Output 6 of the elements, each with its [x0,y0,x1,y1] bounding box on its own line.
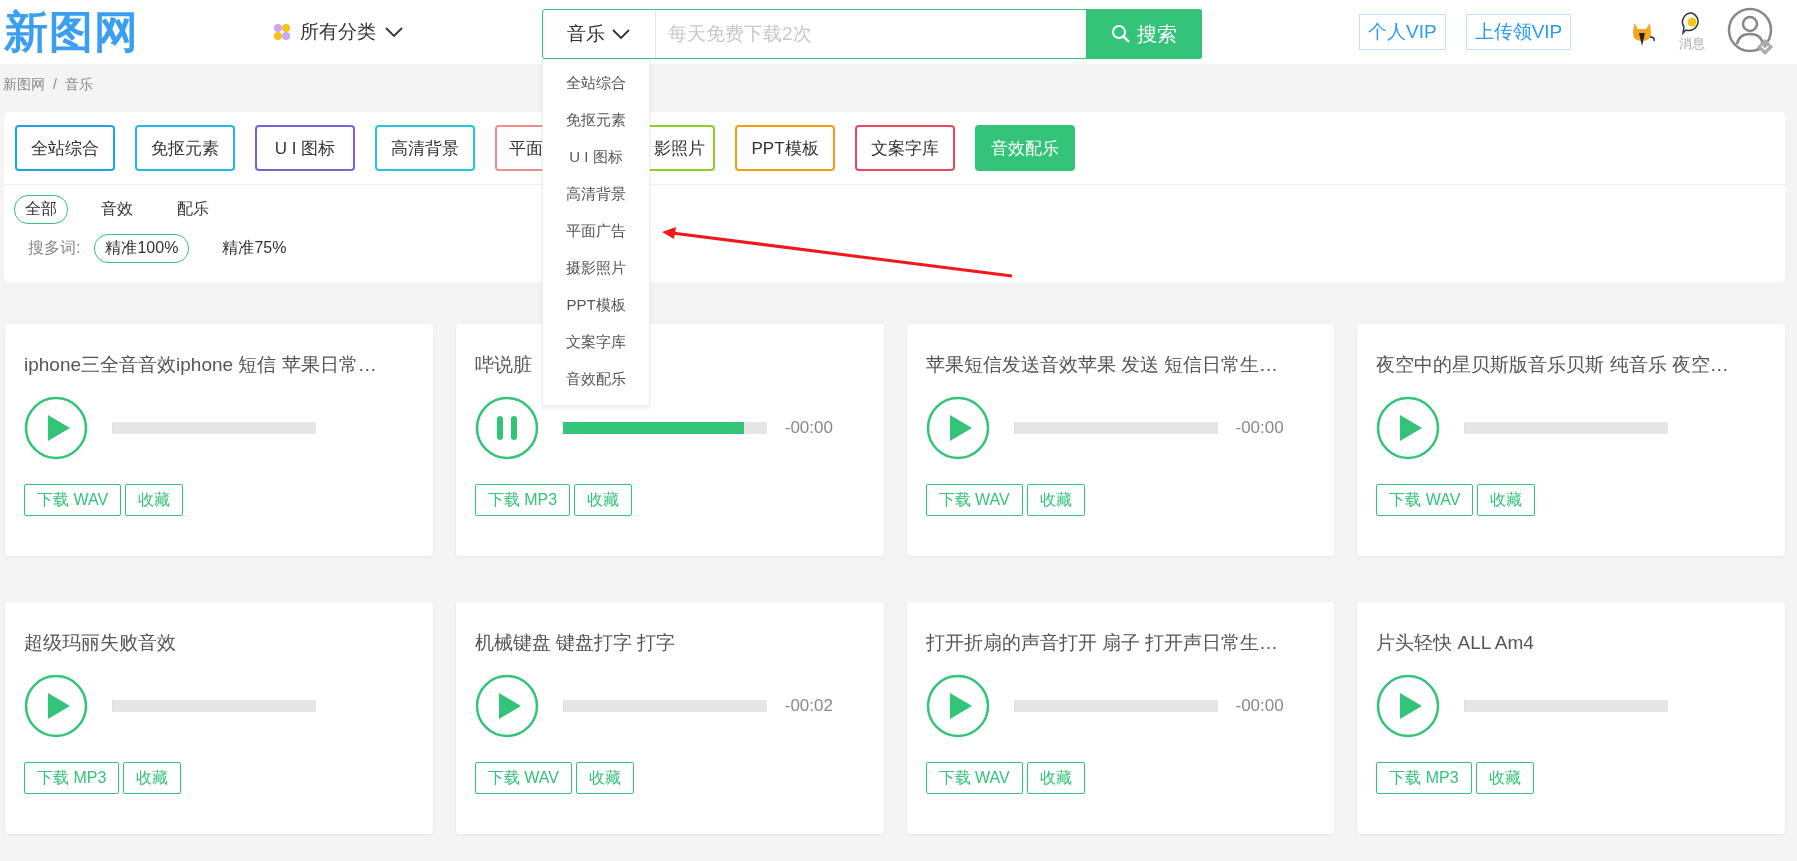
time-remaining: -00:00 [784,418,833,438]
time-remaining: -00:00 [1235,418,1284,438]
time-remaining: -00:00 [1235,696,1284,716]
match-label: 搜多词: [27,238,81,258]
breadcrumb-separator: / [53,76,57,94]
time-remaining: -00:02 [784,696,833,716]
